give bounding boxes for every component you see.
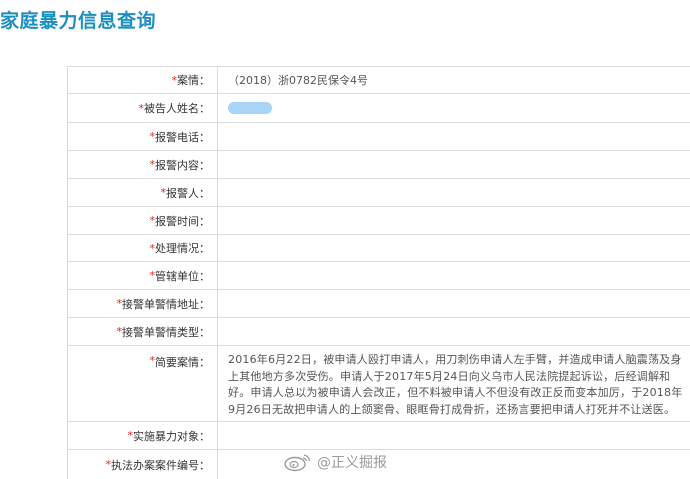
- field-label: * 报警电话：: [68, 123, 218, 150]
- table-row-alarm-phone: * 报警电话：: [68, 123, 690, 151]
- table-row-alarm-time: * 报警时间：: [68, 207, 690, 235]
- table-row-jurisdiction: * 管辖单位：: [68, 262, 690, 290]
- field-value-violence-target: [228, 422, 683, 449]
- field-label: * 简要案情：: [68, 346, 218, 421]
- page-title: 家庭暴力信息查询: [0, 10, 157, 32]
- watermark-text: @正义掘报: [317, 455, 387, 471]
- field-value-alarm-type: [228, 318, 683, 345]
- field-value-handling: [228, 235, 683, 261]
- table-row-reporter: * 报警人：: [68, 179, 690, 207]
- table-row-alarm-type: * 接警单警情类型：: [68, 318, 690, 346]
- info-table: * 案情： （2018）浙0782民保令4号 * 被告人姓名： * 报警电话： * 报警…: [67, 66, 690, 479]
- table-row-defendant-name: * 被告人姓名：: [68, 94, 690, 123]
- field-value-defendant-name: [228, 94, 683, 122]
- field-value-reporter: [228, 179, 683, 206]
- field-value-jurisdiction: [228, 262, 683, 289]
- field-label: * 接警单警情类型：: [68, 318, 218, 345]
- field-label: * 处理情况：: [68, 235, 218, 261]
- field-value-case-summary: 2016年6月22日，被申请人殴打申请人，用刀刺伤申请人左手臂，并造成申请人脑震…: [228, 353, 683, 416]
- weibo-icon: [284, 454, 311, 472]
- field-label: * 被告人姓名：: [68, 94, 218, 122]
- redacted-name-blur: [228, 102, 272, 114]
- field-value-alarm-time: [228, 207, 683, 234]
- field-label: * 接警单警情地址：: [68, 290, 218, 317]
- field-label: * 实施暴力对象：: [68, 422, 218, 449]
- field-value-alarm-phone: [228, 123, 683, 150]
- table-row-case: * 案情： （2018）浙0782民保令4号: [68, 67, 690, 94]
- field-label: * 案情：: [68, 67, 218, 93]
- table-row-case-summary: * 简要案情： 2016年6月22日，被申请人殴打申请人，用刀刺伤申请人左手臂，并…: [68, 346, 690, 422]
- field-label: * 执法办案案件编号：: [68, 450, 218, 479]
- table-row-violence-target: * 实施暴力对象：: [68, 422, 690, 450]
- field-label: * 报警内容：: [68, 151, 218, 178]
- field-label: * 管辖单位：: [68, 262, 218, 289]
- field-value-alarm-content: [228, 151, 683, 178]
- field-value-case: （2018）浙0782民保令4号: [228, 74, 368, 87]
- field-value-alarm-address: [228, 290, 683, 317]
- field-label: * 报警时间：: [68, 207, 218, 234]
- weibo-watermark: @正义掘报: [283, 452, 387, 472]
- table-row-handling: * 处理情况：: [68, 235, 690, 262]
- table-row-alarm-content: * 报警内容：: [68, 151, 690, 179]
- table-row-alarm-address: * 接警单警情地址：: [68, 290, 690, 318]
- field-label: * 报警人：: [68, 179, 218, 206]
